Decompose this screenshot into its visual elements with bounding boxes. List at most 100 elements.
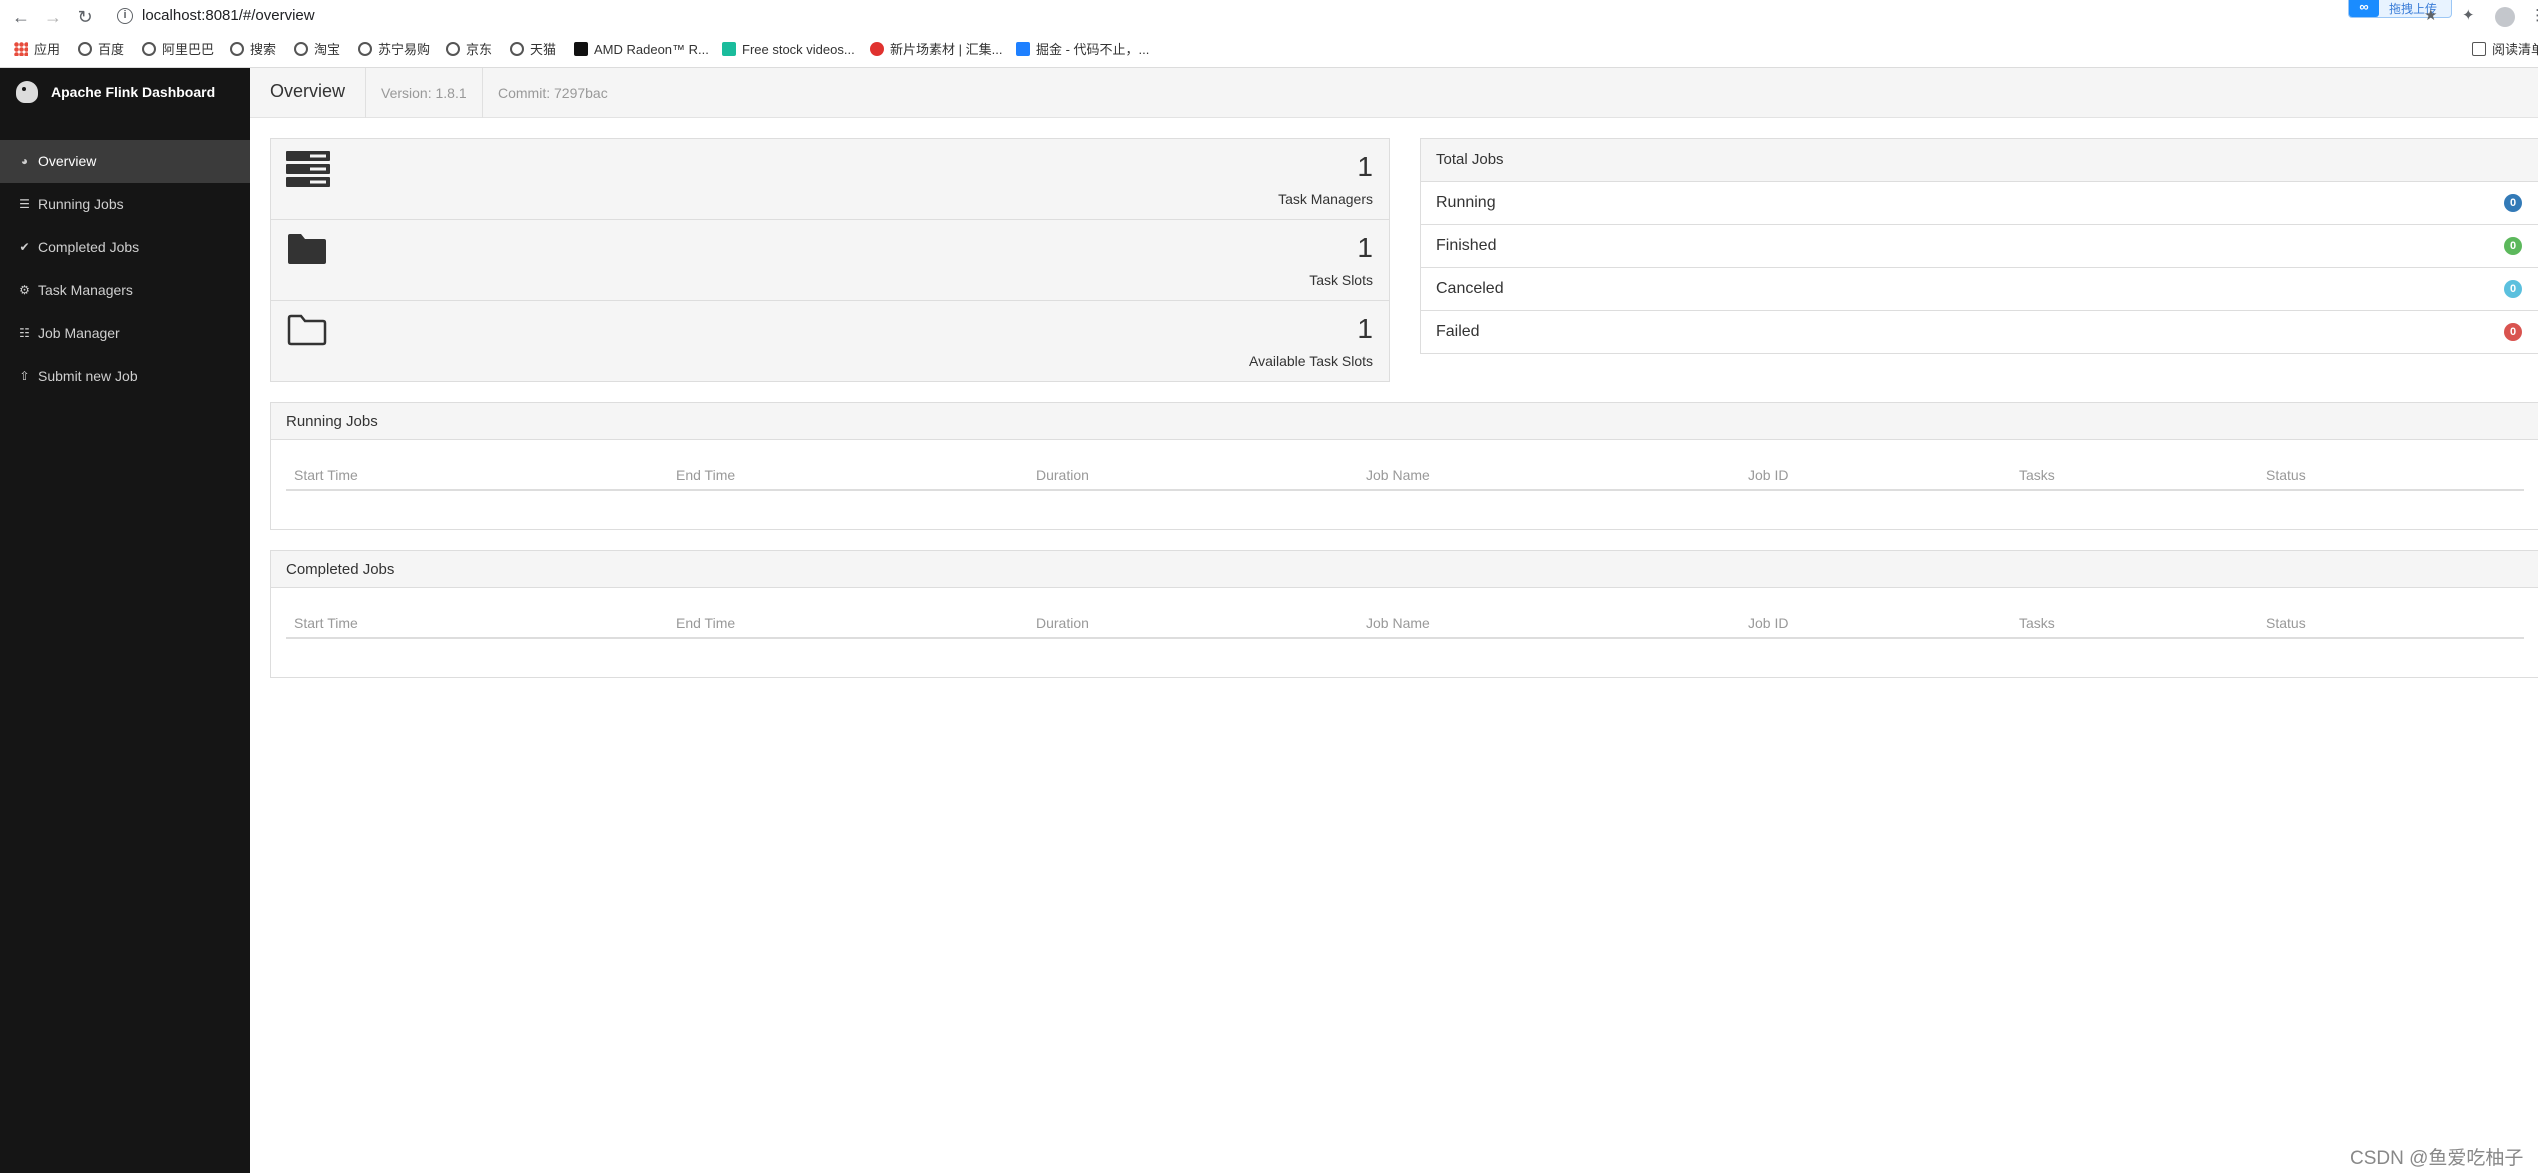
stat-value: 1 bbox=[1357, 151, 1373, 182]
profile-avatar[interactable] bbox=[2495, 7, 2515, 27]
column-header[interactable]: Job ID bbox=[1748, 615, 1788, 631]
bookmark-baidu[interactable]: 百度 bbox=[78, 40, 124, 60]
bookmark-tmall[interactable]: 天猫 bbox=[510, 40, 556, 60]
status-badge: 0 bbox=[2504, 280, 2522, 298]
stat-task-slots: 1 Task Slots bbox=[271, 220, 1389, 301]
sidebar-nav: ◕ Overview ☰ Running Jobs ✔ Completed Jo… bbox=[0, 140, 250, 398]
stat-label: Task Slots bbox=[1309, 272, 1373, 288]
juejin-logo-icon bbox=[1016, 42, 1030, 56]
bookmark-taobao[interactable]: 淘宝 bbox=[294, 40, 340, 60]
column-header[interactable]: Duration bbox=[1036, 467, 1089, 483]
extensions-icon[interactable]: ✦ bbox=[2462, 6, 2475, 28]
cluster-stats-panel: 1 Task Managers 1 Task Slots 1 Available… bbox=[270, 138, 1390, 382]
column-header[interactable]: Duration bbox=[1036, 615, 1089, 631]
column-header[interactable]: Tasks bbox=[2019, 467, 2055, 483]
status-badge: 0 bbox=[2504, 323, 2522, 341]
column-header[interactable]: Job ID bbox=[1748, 467, 1788, 483]
column-header[interactable]: Job Name bbox=[1366, 615, 1430, 631]
bookmark-star-icon[interactable]: ★ bbox=[2424, 6, 2437, 28]
panel-title: Running Jobs bbox=[286, 413, 378, 430]
sidebar-item-task-managers[interactable]: ⚙ Task Managers bbox=[0, 269, 250, 312]
status-badge: 0 bbox=[2504, 237, 2522, 255]
url-field[interactable]: localhost:8081/#/overview bbox=[142, 7, 315, 24]
bookmark-free-stock[interactable]: Free stock videos... bbox=[722, 40, 855, 60]
column-header[interactable]: End Time bbox=[676, 467, 735, 483]
running-jobs-table-header: Start Time End Time Duration Job Name Jo… bbox=[286, 461, 2524, 491]
page-title: Overview bbox=[270, 81, 346, 101]
completed-jobs-panel: Completed Jobs Start Time End Time Durat… bbox=[270, 550, 2538, 678]
sidebar-item-running-jobs[interactable]: ☰ Running Jobs bbox=[0, 183, 250, 226]
column-header[interactable]: Job Name bbox=[1366, 467, 1430, 483]
column-header[interactable]: Tasks bbox=[2019, 615, 2055, 631]
commit-label: Commit: 7297bac bbox=[498, 85, 608, 101]
column-header[interactable]: End Time bbox=[676, 615, 735, 631]
sidebar-item-label: Submit new Job bbox=[38, 368, 138, 384]
xinpianchang-logo-icon bbox=[870, 42, 884, 56]
stat-available-task-slots: 1 Available Task Slots bbox=[271, 301, 1389, 382]
stat-value: 1 bbox=[1357, 232, 1373, 263]
sidebar-item-label: Job Manager bbox=[38, 325, 120, 341]
jobs-row-canceled: Canceled 0 bbox=[1421, 268, 2538, 311]
panel-title: Completed Jobs bbox=[286, 561, 395, 578]
brand[interactable]: Apache Flink Dashboard bbox=[0, 68, 250, 116]
reading-list[interactable]: 阅读清单 bbox=[2472, 40, 2538, 60]
stat-label: Task Managers bbox=[1278, 191, 1373, 207]
bookmarks-bar: 应用 百度 阿里巴巴 搜索 淘宝 苏宁易购 京东 天猫 AMD Radeon™ … bbox=[0, 36, 2538, 64]
tasks-icon: ☰ bbox=[19, 197, 30, 211]
globe-icon bbox=[358, 42, 372, 56]
version-label: Version: 1.8.1 bbox=[381, 85, 467, 101]
sidebar: Apache Flink Dashboard ◕ Overview ☰ Runn… bbox=[0, 68, 250, 1173]
sitemap-icon: ⚙ bbox=[19, 283, 30, 297]
status-badge: 0 bbox=[2504, 194, 2522, 212]
csdn-watermark: CSDN @鱼爱吃柚子 bbox=[2350, 1148, 2524, 1169]
jobs-row-failed: Failed 0 bbox=[1421, 311, 2538, 354]
sidebar-item-label: Completed Jobs bbox=[38, 239, 140, 255]
site-info-icon[interactable]: i bbox=[117, 8, 133, 24]
column-header[interactable]: Status bbox=[2266, 467, 2306, 483]
total-jobs-panel: Total Jobs Running 0 Finished 0 Canceled… bbox=[1420, 138, 2538, 354]
stat-value: 1 bbox=[1357, 313, 1373, 344]
header-divider bbox=[365, 68, 366, 118]
column-header[interactable]: Start Time bbox=[294, 467, 358, 483]
completed-jobs-table-header: Start Time End Time Duration Job Name Jo… bbox=[286, 609, 2524, 639]
total-jobs-header: Total Jobs bbox=[1421, 139, 2538, 182]
page-header: Overview Version: 1.8.1 Commit: 7297bac bbox=[250, 68, 2538, 118]
bookmark-suning[interactable]: 苏宁易购 bbox=[358, 40, 430, 60]
bookmark-search[interactable]: 搜索 bbox=[230, 40, 276, 60]
menu-icon[interactable]: ⋮ bbox=[2530, 6, 2538, 28]
header-divider bbox=[482, 68, 483, 118]
dashboard-icon: ◕ bbox=[20, 154, 29, 168]
sidebar-item-overview[interactable]: ◕ Overview bbox=[0, 140, 250, 183]
bookmark-amd[interactable]: AMD Radeon™ R... bbox=[574, 40, 709, 60]
column-header[interactable]: Status bbox=[2266, 615, 2306, 631]
jobs-row-finished: Finished 0 bbox=[1421, 225, 2538, 268]
sidebar-item-completed-jobs[interactable]: ✔ Completed Jobs bbox=[0, 226, 250, 269]
panel-title: Total Jobs bbox=[1436, 151, 1504, 168]
address-bar-row: ← → ↻ i localhost:8081/#/overview ∞ 拖拽上传… bbox=[0, 0, 2538, 33]
bookmark-xinpianchang[interactable]: 新片场素材 | 汇集... bbox=[870, 40, 1002, 60]
forward-icon[interactable]: → bbox=[41, 5, 65, 29]
jobs-row-label: Finished bbox=[1436, 237, 1497, 254]
apps-grid-icon bbox=[14, 42, 28, 56]
bookmark-alibaba[interactable]: 阿里巴巴 bbox=[142, 40, 214, 60]
globe-icon bbox=[294, 42, 308, 56]
sidebar-item-submit-new-job[interactable]: ⇧ Submit new Job bbox=[0, 355, 250, 398]
amd-logo-icon bbox=[574, 42, 588, 56]
list-icon: ☷ bbox=[19, 326, 30, 340]
column-header[interactable]: Start Time bbox=[294, 615, 358, 631]
reload-icon[interactable]: ↻ bbox=[73, 5, 97, 29]
jobs-row-running: Running 0 bbox=[1421, 182, 2538, 225]
sidebar-item-job-manager[interactable]: ☷ Job Manager bbox=[0, 312, 250, 355]
sidebar-item-label: Overview bbox=[38, 153, 97, 169]
globe-icon bbox=[230, 42, 244, 56]
pexels-logo-icon bbox=[722, 42, 736, 56]
globe-icon bbox=[142, 42, 156, 56]
stat-task-managers: 1 Task Managers bbox=[271, 139, 1389, 220]
globe-icon bbox=[78, 42, 92, 56]
bookmark-jd[interactable]: 京东 bbox=[446, 40, 492, 60]
sidebar-item-label: Task Managers bbox=[38, 282, 133, 298]
bookmark-apps[interactable]: 应用 bbox=[14, 40, 60, 60]
back-icon[interactable]: ← bbox=[9, 5, 33, 29]
flink-squirrel-icon bbox=[16, 81, 38, 103]
bookmark-juejin[interactable]: 掘金 - 代码不止，... bbox=[1016, 40, 1149, 60]
